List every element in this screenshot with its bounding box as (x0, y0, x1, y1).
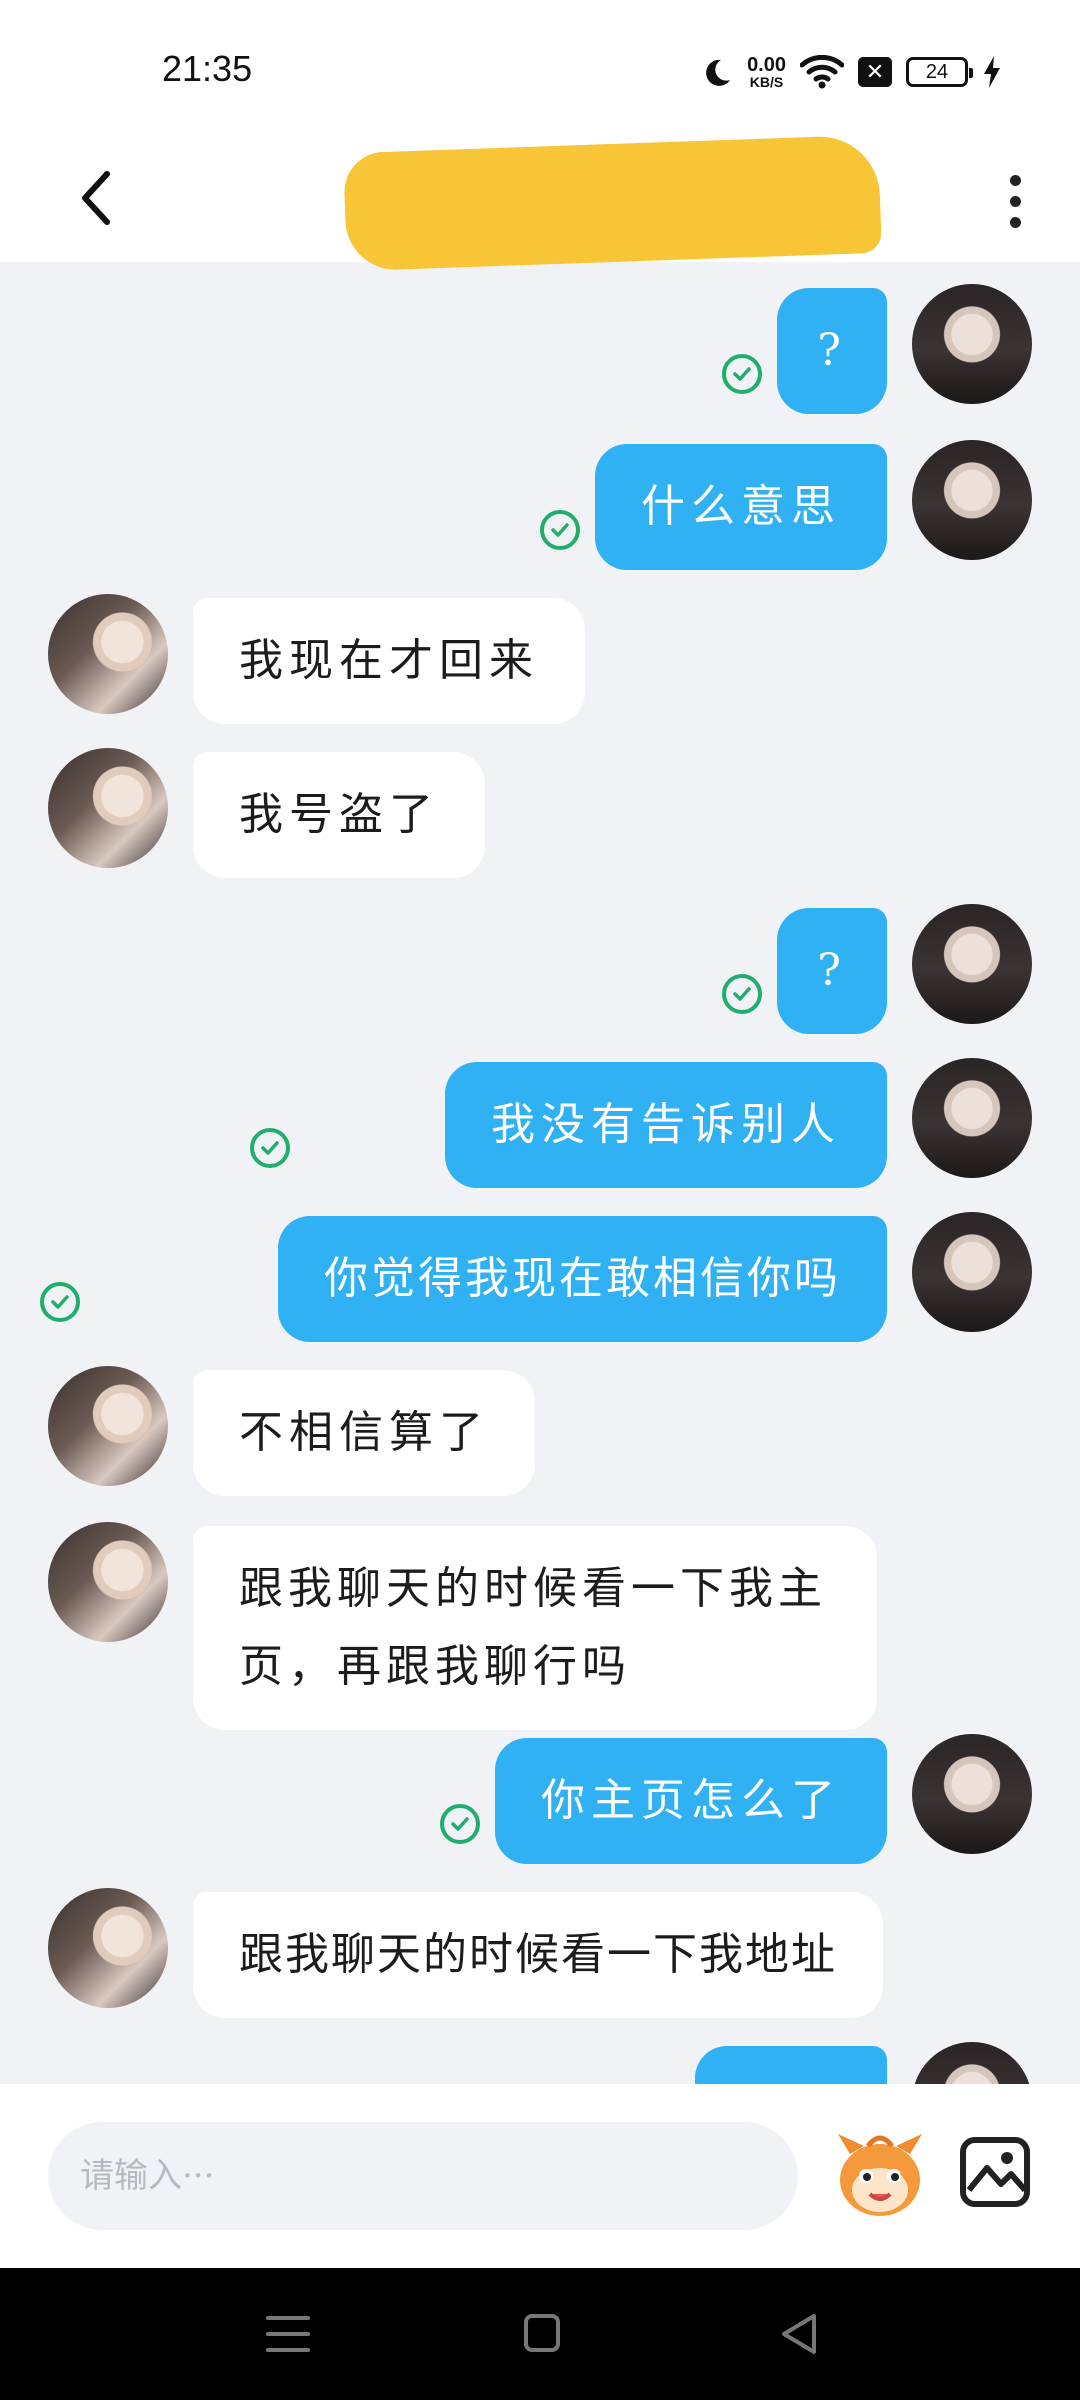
contact-avatar[interactable] (48, 1522, 168, 1642)
status-icons: 0.00 KB/S ✕ 24 (701, 48, 1002, 96)
read-check-icon (722, 974, 762, 1014)
title-redaction (343, 134, 882, 272)
nav-back-button[interactable] (770, 2308, 830, 2360)
message-bubble[interactable]: 什么意思 (595, 444, 887, 570)
nav-home-button[interactable] (512, 2308, 572, 2360)
net-speed-unit: KB/S (749, 74, 784, 90)
battery-level: 24 (925, 60, 949, 83)
system-nav-bar (0, 2268, 1080, 2400)
message-bubble[interactable]: 我现在才回来 (193, 598, 585, 724)
contact-avatar[interactable] (48, 1888, 168, 2008)
message-bubble[interactable]: 跟我聊天的时候看一下我地址 (193, 1892, 883, 2018)
contact-avatar[interactable] (48, 594, 168, 714)
message-bubble[interactable]: 你主页怎么了 (495, 1738, 887, 1864)
status-bar: 21:35 0.00 KB/S ✕ 24 (0, 0, 1080, 140)
no-sim-icon: ✕ (858, 57, 892, 87)
message-bubble[interactable]: 不相信算了 (193, 1370, 535, 1496)
my-avatar[interactable] (912, 440, 1032, 560)
contact-avatar[interactable] (48, 748, 168, 868)
emoji-mascot-icon (838, 2134, 922, 2216)
more-button[interactable] (990, 158, 1040, 244)
message-bubble[interactable]: ? (777, 288, 887, 414)
read-check-icon (540, 510, 580, 550)
my-avatar[interactable] (912, 2042, 1032, 2084)
top-bar (0, 134, 1080, 272)
moon-icon (706, 59, 731, 86)
my-avatar[interactable] (912, 1734, 1032, 1854)
input-bar (0, 2084, 1080, 2268)
read-check-icon (40, 1282, 80, 1322)
home-square-icon (524, 2314, 560, 2352)
image-button[interactable] (955, 2132, 1035, 2212)
status-time: 21:35 (162, 48, 253, 89)
my-avatar[interactable] (912, 1212, 1032, 1332)
net-speed: 0.00 KB/S (747, 55, 786, 89)
menu-icon (266, 2316, 310, 2352)
battery-icon: 24 (906, 57, 973, 87)
chevron-left-icon (82, 171, 110, 225)
emoji-button[interactable] (830, 2124, 930, 2224)
message-bubble[interactable]: ? (777, 908, 887, 1034)
message-bubble[interactable]: 我没有告诉别人 (445, 1062, 887, 1188)
wifi-icon (800, 55, 844, 89)
back-triangle-icon (782, 2314, 816, 2354)
more-dot (1009, 216, 1021, 228)
my-avatar[interactable] (912, 904, 1032, 1024)
read-check-icon (440, 1804, 480, 1844)
net-speed-value: 0.00 (747, 54, 786, 76)
read-check-icon (722, 354, 762, 394)
image-icon (960, 2137, 1030, 2207)
chat-area[interactable]: ? 什么意思 我现在才回来 我号盗了 ? 我没有告诉别人 你觉得我现在敢相信你吗… (0, 262, 1080, 2084)
read-check-icon (250, 1128, 290, 1168)
more-dot (1009, 174, 1021, 186)
nav-menu-button[interactable] (258, 2308, 318, 2360)
my-avatar[interactable] (912, 284, 1032, 404)
message-input[interactable] (48, 2122, 798, 2230)
back-button[interactable] (60, 158, 130, 238)
my-avatar[interactable] (912, 1058, 1032, 1178)
message-bubble[interactable]: 我号盗了 (193, 752, 485, 878)
more-dot (1009, 195, 1021, 207)
message-bubble[interactable]: 跟我聊天的时候看一下我主页，再跟我聊行吗 (193, 1526, 877, 1730)
message-bubble[interactable]: 你觉得我现在敢相信你吗 (278, 1216, 887, 1342)
message-bubble[interactable]: 看了 (695, 2046, 887, 2084)
charging-icon (984, 56, 1000, 88)
contact-avatar[interactable] (48, 1366, 168, 1486)
